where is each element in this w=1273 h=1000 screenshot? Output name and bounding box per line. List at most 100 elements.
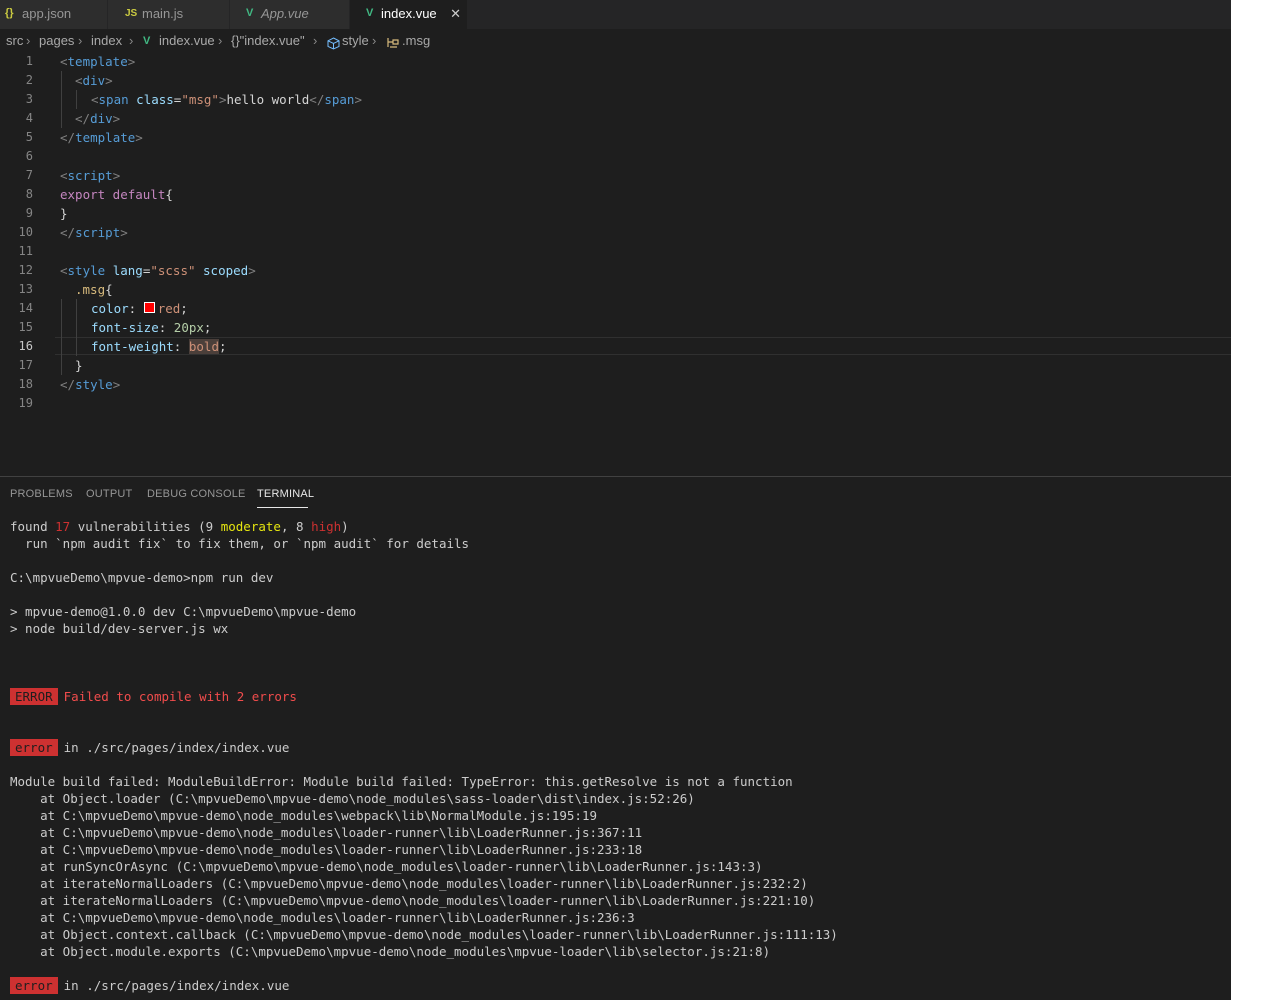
line-number: 12 [18, 263, 33, 277]
terminal-line: error in ./src/pages/index/index.vue [10, 739, 289, 756]
tab-app-json[interactable]: {} app.json [0, 0, 108, 29]
code-editor[interactable]: 1 2 3 4 5 6 7 8 9 10 11 12 13 14 15 16 1… [0, 52, 1231, 412]
tab-label: main.js [142, 6, 184, 21]
error-badge: ERROR [10, 688, 58, 705]
editor-window: {} app.json JS main.js V App.vue V index… [0, 0, 1231, 1000]
line-number: 8 [25, 187, 33, 201]
breadcrumb-item-style[interactable]: style [342, 29, 369, 53]
code-line: } [60, 206, 68, 221]
line-number: 15 [18, 320, 33, 334]
line-number: 7 [25, 168, 33, 182]
stack-line: at runSyncOrAsync (C:\mpvueDemo\mpvue-de… [10, 859, 763, 874]
breadcrumb: src › pages › index › V index.vue › {}"i… [0, 29, 1231, 53]
color-swatch-red[interactable] [143, 302, 155, 313]
breadcrumb-item-file[interactable]: index.vue [159, 29, 215, 53]
error-badge: error [10, 739, 58, 756]
code-line: </div> [75, 111, 121, 126]
code-line: } [75, 358, 83, 373]
terminal-line: ERROR Failed to compile with 2 errors [10, 688, 297, 705]
indent-guide [61, 299, 62, 375]
line-number: 4 [25, 111, 33, 125]
line-number: 1 [25, 54, 33, 68]
stack-line: at Object.context.callback (C:\mpvueDemo… [10, 927, 838, 942]
line-number: 6 [25, 149, 33, 163]
code-line-active: font-weight: bold; [91, 339, 227, 354]
indent-guide [61, 71, 62, 128]
vue-file-icon: V [366, 7, 374, 19]
indent-guide [76, 299, 77, 356]
chevron-right-icon: › [26, 33, 31, 48]
tab-problems[interactable]: PROBLEMS [10, 488, 73, 500]
line-number: 9 [25, 206, 33, 220]
stack-line: at Object.loader (C:\mpvueDemo\mpvue-dem… [10, 791, 695, 806]
code-line: <span class="msg">hello world</span> [91, 92, 362, 107]
tab-main-js[interactable]: JS main.js [108, 0, 230, 29]
json-file-icon: {} [5, 7, 14, 19]
terminal-line: > node build/dev-server.js wx [10, 621, 229, 636]
stack-line: at C:\mpvueDemo\mpvue-demo\node_modules\… [10, 910, 635, 925]
stack-line: at iterateNormalLoaders (C:\mpvueDemo\mp… [10, 876, 808, 891]
code-line: <template> [60, 54, 136, 69]
terminal-line: found 17 vulnerabilities (9 moderate, 8 … [10, 519, 349, 534]
line-number: 11 [18, 244, 33, 258]
code-line: </style> [60, 377, 121, 392]
stack-line: at C:\mpvueDemo\mpvue-demo\node_modules\… [10, 842, 643, 857]
tab-label: index.vue [381, 6, 437, 21]
code-line: export default{ [60, 187, 173, 202]
selector-symbol-icon [386, 34, 400, 48]
stack-line: at Object.module.exports (C:\mpvueDemo\m… [10, 944, 771, 959]
tab-terminal[interactable]: TERMINAL [257, 488, 314, 500]
line-number: 19 [18, 396, 33, 410]
code-line: </template> [60, 130, 143, 145]
code-line: <script> [60, 168, 121, 183]
line-number: 14 [18, 301, 33, 315]
error-badge: error [10, 977, 58, 994]
terminal-line: run `npm audit fix` to fix them, or `npm… [10, 536, 470, 551]
tab-app-vue[interactable]: V App.vue [230, 0, 350, 29]
chevron-right-icon: › [218, 33, 223, 48]
close-icon[interactable]: ✕ [450, 0, 461, 27]
tab-label: App.vue [261, 6, 309, 21]
code-line: <div> [75, 73, 113, 88]
chevron-right-icon: › [372, 33, 377, 48]
code-line: .msg{ [75, 282, 113, 297]
editor-tab-bar: {} app.json JS main.js V App.vue V index… [0, 0, 1231, 29]
active-tab-indicator [257, 507, 308, 508]
stack-line: at C:\mpvueDemo\mpvue-demo\node_modules\… [10, 825, 643, 840]
terminal-line: C:\mpvueDemo\mpvue-demo>npm run dev [10, 570, 274, 585]
code-line: </script> [60, 225, 128, 240]
tab-output[interactable]: OUTPUT [86, 488, 132, 500]
tab-debug-console[interactable]: DEBUG CONSOLE [147, 488, 246, 500]
breadcrumb-item-msg[interactable]: .msg [402, 29, 430, 53]
cube-icon [327, 34, 340, 50]
indent-guide [76, 90, 77, 109]
terminal-line: Module build failed: ModuleBuildError: M… [10, 774, 793, 789]
vue-file-icon: V [143, 35, 151, 47]
code-line: color: red; [91, 301, 188, 316]
breadcrumb-item-pages[interactable]: pages [39, 29, 74, 53]
line-number-active: 16 [18, 339, 33, 353]
line-number: 10 [18, 225, 33, 239]
terminal-line: > mpvue-demo@1.0.0 dev C:\mpvueDemo\mpvu… [10, 604, 357, 619]
tab-index-vue[interactable]: V index.vue ✕ [350, 0, 468, 29]
breadcrumb-item-document[interactable]: {}"index.vue" [231, 29, 305, 53]
bottom-panel: PROBLEMS OUTPUT DEBUG CONSOLE TERMINAL f… [0, 476, 1231, 1000]
chevron-right-icon: › [78, 33, 83, 48]
tab-label: app.json [22, 6, 72, 21]
breadcrumb-item-src[interactable]: src [6, 29, 23, 53]
current-line-highlight [55, 337, 1231, 355]
js-file-icon: JS [125, 8, 138, 19]
line-number: 18 [18, 377, 33, 391]
chevron-right-icon: › [313, 33, 318, 48]
stack-line: at C:\mpvueDemo\mpvue-demo\node_modules\… [10, 808, 597, 823]
stack-line: at iterateNormalLoaders (C:\mpvueDemo\mp… [10, 893, 816, 908]
code-line: <style lang="scss" scoped> [60, 263, 256, 278]
vue-file-icon: V [246, 7, 254, 19]
chevron-right-icon: › [129, 33, 134, 48]
line-number: 13 [18, 282, 33, 296]
line-number: 2 [25, 73, 33, 87]
code-line: font-size: 20px; [91, 320, 212, 335]
terminal-line: error in ./src/pages/index/index.vue [10, 977, 289, 994]
line-number: 3 [25, 92, 33, 106]
breadcrumb-item-index[interactable]: index [91, 29, 122, 53]
